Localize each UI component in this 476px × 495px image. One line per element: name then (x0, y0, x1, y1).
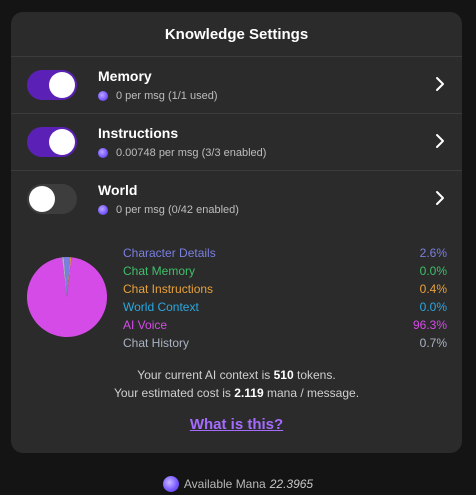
legend-value: 0.0% (419, 300, 447, 314)
instructions-title: Instructions (98, 125, 179, 141)
world-cost-text: 0 per msg (0/42 enabled) (116, 204, 239, 216)
world-subtitle: 0 per msg (0/42 enabled) (98, 203, 239, 217)
instructions-row[interactable]: Instructions 0.00748 per msg (3/3 enable… (11, 114, 462, 171)
memory-title: Memory (98, 68, 152, 84)
chevron-right-icon[interactable] (432, 133, 448, 149)
world-toggle[interactable] (27, 184, 77, 214)
available-mana-value: 22.3965 (269, 477, 314, 491)
memory-cost-text: 0 per msg (1/1 used) (116, 90, 218, 102)
cost-line: Your estimated cost is 2.119 mana / mess… (11, 384, 462, 402)
legend-row: World Context 0.0% (123, 298, 447, 316)
world-text: World 0 per msg (0/42 enabled) (98, 181, 239, 217)
legend-row: Chat Instructions 0.4% (123, 280, 447, 298)
token-line: Your current AI context is 510 tokens. (11, 366, 462, 384)
cost-prefix: Your estimated cost is (113, 386, 231, 400)
token-suffix: tokens. (296, 368, 336, 382)
legend-label: World Context (123, 300, 199, 314)
toggle-knob (49, 129, 75, 155)
legend-label: Chat History (123, 336, 190, 350)
toggle-knob (49, 72, 75, 98)
memory-toggle[interactable] (27, 70, 77, 100)
legend-label: Chat Memory (123, 264, 196, 278)
world-title: World (98, 182, 138, 198)
instructions-cost-text: 0.00748 per msg (3/3 enabled) (116, 147, 267, 159)
chevron-right-icon[interactable] (432, 76, 448, 92)
mana-icon (98, 205, 108, 215)
context-info: Your current AI context is 510 tokens. Y… (11, 366, 462, 402)
legend-label: AI Voice (123, 318, 168, 332)
cost-suffix: mana / message. (266, 386, 360, 400)
legend-row: AI Voice 96.3% (123, 316, 447, 334)
chevron-right-icon[interactable] (432, 190, 448, 206)
knowledge-settings-panel: Knowledge Settings Memory 0 per msg (1/1… (11, 12, 462, 453)
mana-icon (98, 91, 108, 101)
legend-row: Chat Memory 0.0% (123, 262, 447, 280)
legend-value: 2.6% (419, 246, 447, 260)
instructions-subtitle: 0.00748 per msg (3/3 enabled) (98, 146, 266, 160)
mana-orb-icon (162, 476, 179, 492)
mana-icon (98, 148, 108, 158)
available-mana-label: Available Mana (183, 477, 266, 491)
cost-value: 2.119 (234, 386, 264, 400)
panel-title: Knowledge Settings (11, 12, 462, 57)
instructions-text: Instructions 0.00748 per msg (3/3 enable… (98, 124, 266, 160)
instructions-toggle[interactable] (27, 127, 77, 157)
token-prefix: Your current AI context is (137, 368, 271, 382)
context-pie-chart (26, 257, 107, 337)
legend-value: 0.4% (419, 282, 447, 296)
legend-label: Character Details (123, 246, 216, 260)
toggle-knob (29, 186, 55, 212)
legend-row: Chat History 0.7% (123, 334, 447, 352)
token-count: 510 (273, 368, 294, 382)
context-legend: Character Details 2.6% Chat Memory 0.0% Chat… (123, 244, 447, 352)
legend-row: Character Details 2.6% (123, 244, 447, 262)
legend-value: 0.0% (419, 264, 447, 278)
memory-text: Memory 0 per msg (1/1 used) (98, 67, 218, 103)
what-is-this-link[interactable]: What is this? (11, 416, 462, 433)
memory-row[interactable]: Memory 0 per msg (1/1 used) (11, 57, 462, 114)
memory-subtitle: 0 per msg (1/1 used) (98, 89, 218, 103)
context-breakdown: Character Details 2.6% Chat Memory 0.0% Chat… (11, 238, 462, 358)
world-row[interactable]: World 0 per msg (0/42 enabled) (11, 171, 462, 227)
legend-value: 0.7% (419, 336, 447, 350)
available-mana: Available Mana 22.3965 (0, 476, 476, 492)
legend-value: 96.3% (412, 318, 447, 332)
legend-label: Chat Instructions (123, 282, 214, 296)
